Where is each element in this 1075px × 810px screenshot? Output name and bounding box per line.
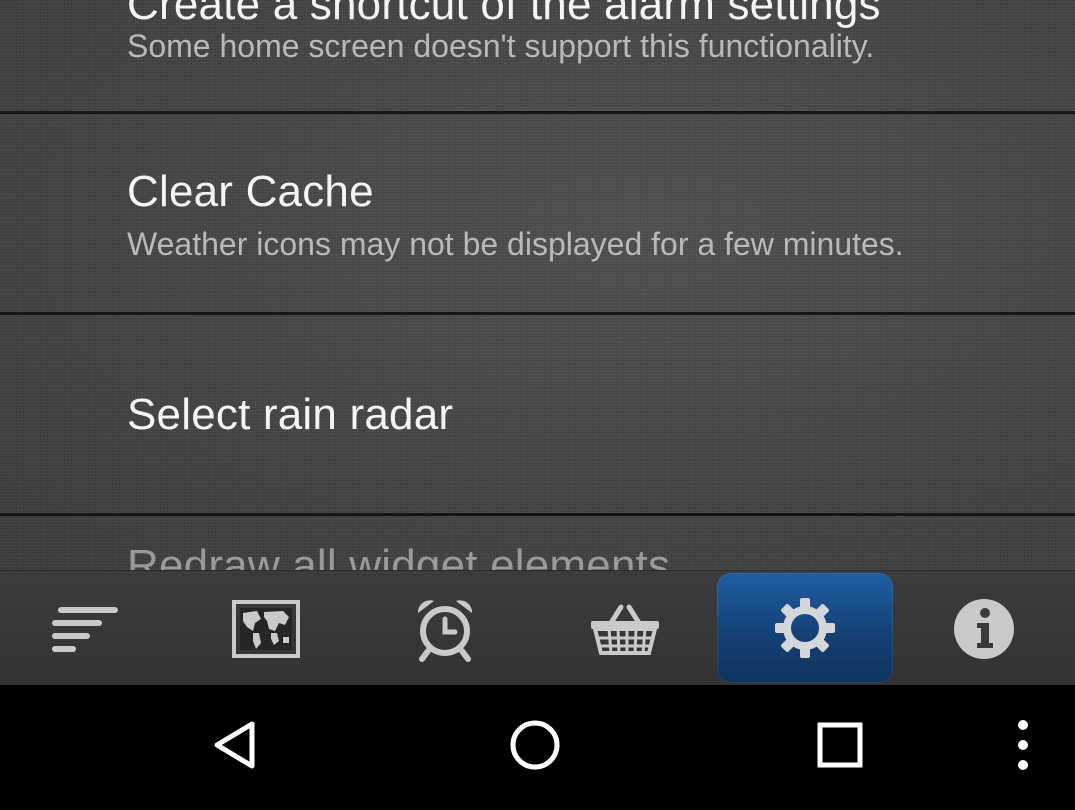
screen: Create a shortcut of the alarm settings … xyxy=(0,0,1075,810)
pref-title: Select rain radar xyxy=(127,390,454,439)
pref-item-alarm-shortcut[interactable]: Create a shortcut of the alarm settings … xyxy=(0,0,1075,114)
overflow-menu-icon xyxy=(1015,718,1031,777)
tab-info[interactable] xyxy=(896,571,1072,686)
alarm-clock-icon xyxy=(412,595,478,663)
info-icon xyxy=(952,597,1016,661)
shopping-basket-icon xyxy=(589,601,661,657)
pref-item-clear-cache[interactable]: Clear Cache Weather icons may not be dis… xyxy=(0,114,1075,315)
tab-shop[interactable] xyxy=(537,571,713,686)
back-icon xyxy=(210,719,260,776)
tab-menu[interactable] xyxy=(0,571,176,686)
system-nav-bar xyxy=(0,685,1075,810)
pref-title: Redraw all widget elements xyxy=(127,541,671,570)
world-map-icon xyxy=(231,599,301,659)
nav-overflow-menu-button[interactable] xyxy=(1000,685,1045,810)
home-icon xyxy=(508,718,562,777)
nav-recents-button[interactable] xyxy=(795,685,885,810)
pref-title: Clear Cache xyxy=(127,167,374,216)
recents-icon xyxy=(815,720,865,775)
bottom-tab-bar xyxy=(0,570,1075,686)
pref-item-rain-radar[interactable]: Select rain radar xyxy=(0,315,1075,516)
tab-alarm[interactable] xyxy=(357,571,533,686)
pref-item-redraw-widgets[interactable]: Redraw all widget elements xyxy=(0,516,1075,570)
settings-list[interactable]: Create a shortcut of the alarm settings … xyxy=(0,0,1075,570)
tab-world-map[interactable] xyxy=(178,571,354,686)
pref-title: Create a shortcut of the alarm settings xyxy=(127,0,881,29)
gear-icon xyxy=(773,596,837,660)
tab-settings[interactable] xyxy=(717,573,893,683)
pref-summary: Weather icons may not be displayed for a… xyxy=(127,226,904,262)
menu-lines-icon xyxy=(48,603,128,655)
nav-back-button[interactable] xyxy=(190,685,280,810)
nav-home-button[interactable] xyxy=(490,685,580,810)
pref-summary: Some home screen doesn't support this fu… xyxy=(127,28,875,64)
